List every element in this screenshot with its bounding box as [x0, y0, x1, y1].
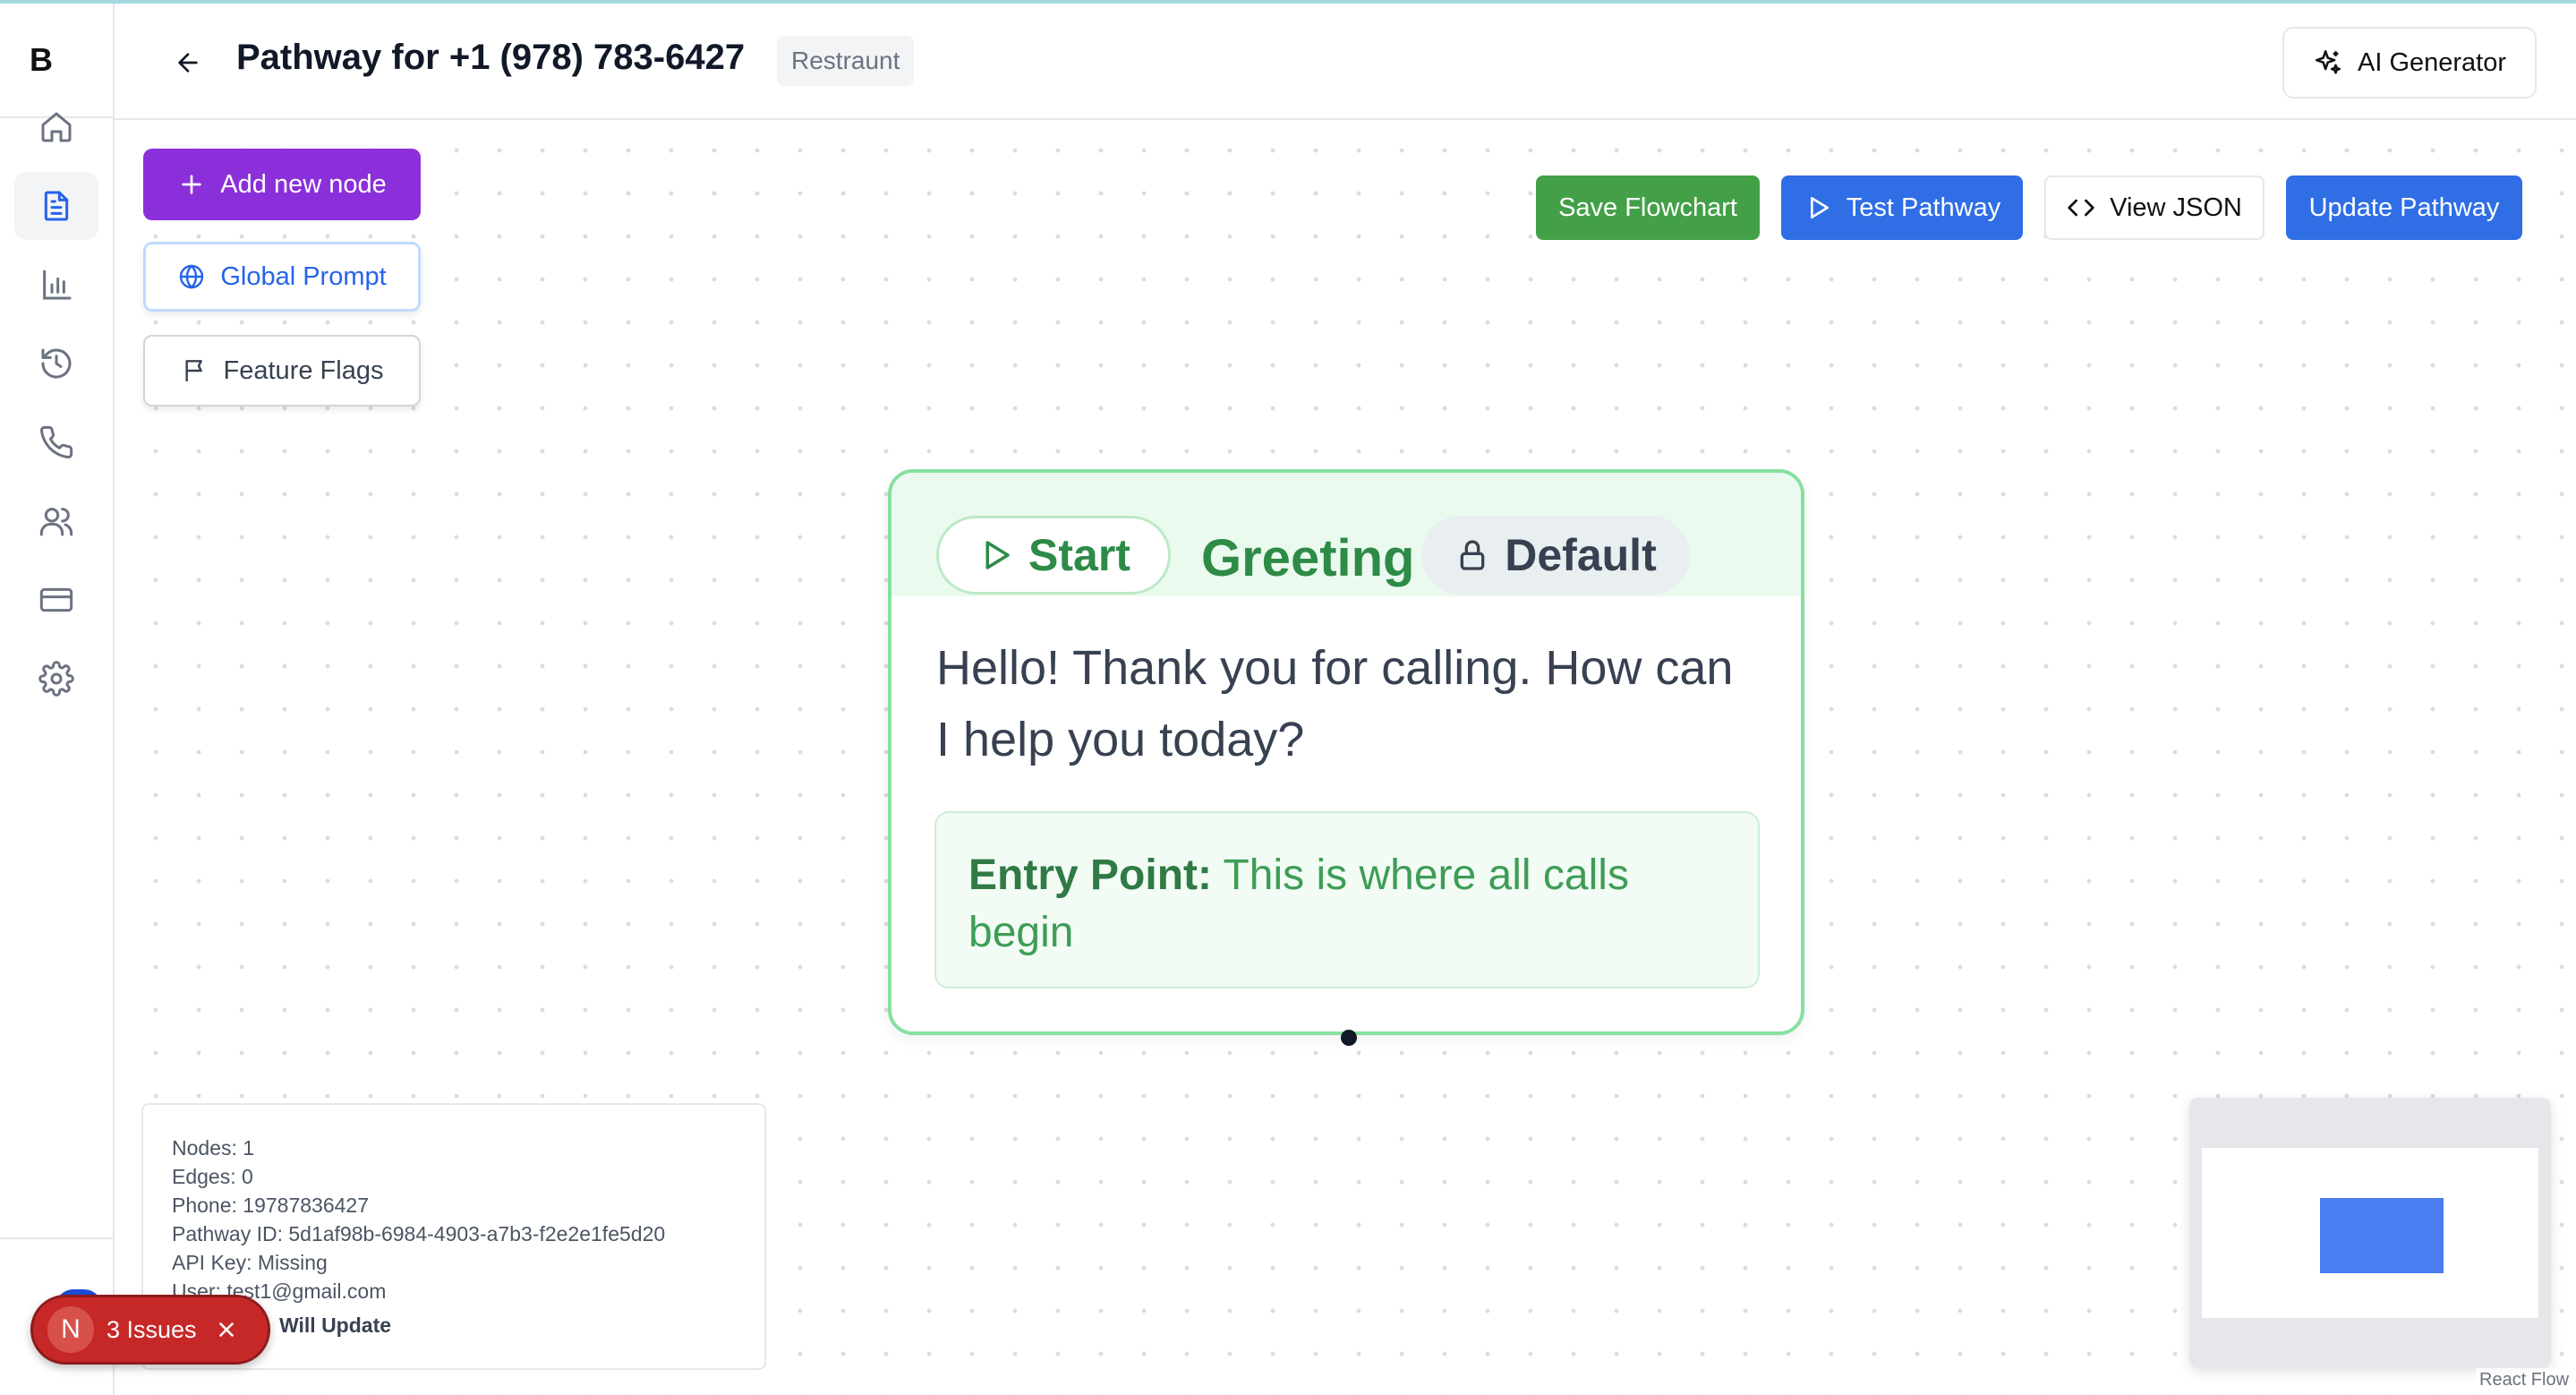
credit-card-icon [39, 587, 73, 612]
save-flowchart-button[interactable]: Save Flowchart [1536, 175, 1760, 240]
sidebar-item-users[interactable] [14, 487, 98, 555]
issues-avatar: N [47, 1306, 94, 1353]
sidebar-item-history[interactable] [14, 329, 98, 398]
home-icon [41, 112, 72, 142]
phone-icon [40, 425, 73, 458]
start-label: Start [1028, 530, 1130, 580]
pathway-tag: Restraunt [777, 36, 915, 86]
page-header: Pathway for +1 (978) 783-6427 Restraunt … [115, 4, 2576, 120]
play-icon [1810, 197, 1829, 218]
bar-chart-icon [43, 270, 72, 300]
node-title: Greeting [1201, 529, 1415, 587]
test-pathway-label: Test Pathway [1846, 193, 2001, 222]
default-badge: Default [1421, 516, 1690, 595]
gear-icon [38, 661, 74, 697]
lock-icon [1460, 540, 1485, 570]
add-node-label: Add new node [220, 169, 387, 199]
view-json-label: View JSON [2110, 193, 2242, 222]
update-pathway-button[interactable]: Update Pathway [2286, 175, 2522, 240]
sidebar: B [0, 4, 115, 1395]
sidebar-item-analytics[interactable] [14, 251, 98, 319]
sidebar-item-billing[interactable] [14, 566, 98, 634]
node-message: Hello! Thank you for calling. How can I … [936, 641, 1734, 766]
document-icon [44, 191, 69, 221]
add-node-button[interactable]: Add new node [143, 149, 421, 220]
default-label: Default [1505, 530, 1657, 580]
minimap-viewport [2202, 1148, 2538, 1318]
global-prompt-label: Global Prompt [220, 261, 387, 291]
close-icon[interactable] [215, 1318, 238, 1341]
ai-generator-button[interactable]: AI Generator [2282, 27, 2537, 98]
sidebar-item-settings[interactable] [14, 645, 98, 713]
global-prompt-button[interactable]: Global Prompt [143, 242, 421, 312]
page-title: Pathway for +1 (978) 783-6427 [236, 38, 746, 77]
info-pathway-id: Pathway ID: 5d1af98b-6984-4903-a7b3-f2e2… [172, 1222, 666, 1245]
sidebar-item-home[interactable] [14, 93, 98, 161]
issues-label: 3 Issues [107, 1315, 197, 1343]
entry-point-box: Entry Point: This is where all calls beg… [934, 811, 1760, 988]
history-icon [41, 348, 72, 379]
entry-point-label: Entry Point: [968, 852, 1212, 899]
minimap[interactable] [2189, 1098, 2551, 1368]
info-phone: Phone: 19787836427 [172, 1194, 369, 1217]
info-api-key: API Key: Missing [172, 1251, 328, 1274]
feature-flags-button[interactable]: Feature Flags [143, 335, 421, 407]
ai-generator-label: AI Generator [2357, 47, 2507, 77]
feature-flags-label: Feature Flags [223, 355, 384, 385]
react-flow-attribution[interactable]: React Flow [2476, 1368, 2573, 1392]
view-json-button[interactable]: View JSON [2044, 175, 2265, 240]
back-button[interactable] [165, 39, 211, 86]
globe-icon [180, 264, 204, 289]
arrow-left-icon [178, 53, 198, 73]
test-pathway-button[interactable]: Test Pathway [1781, 175, 2023, 240]
code-icon [2068, 199, 2094, 217]
sidebar-item-pathways[interactable] [14, 172, 98, 240]
node-output-handle[interactable] [1341, 1030, 1357, 1046]
sidebar-item-calls[interactable] [14, 408, 98, 476]
sidebar-divider [0, 1237, 113, 1239]
users-icon [39, 508, 73, 536]
issues-badge[interactable]: N 3 Issues [30, 1295, 270, 1365]
info-edges: Edges: 0 [172, 1165, 253, 1188]
minimap-node [2320, 1198, 2444, 1273]
start-badge: Start [936, 516, 1171, 595]
play-icon [985, 541, 1010, 569]
flag-icon [184, 360, 202, 381]
greeting-node[interactable]: Start Greeting Default Hello! Thank you … [888, 469, 1804, 1035]
info-nodes: Nodes: 1 [172, 1136, 255, 1160]
sparkles-icon [2315, 49, 2341, 74]
plus-icon [182, 175, 201, 194]
